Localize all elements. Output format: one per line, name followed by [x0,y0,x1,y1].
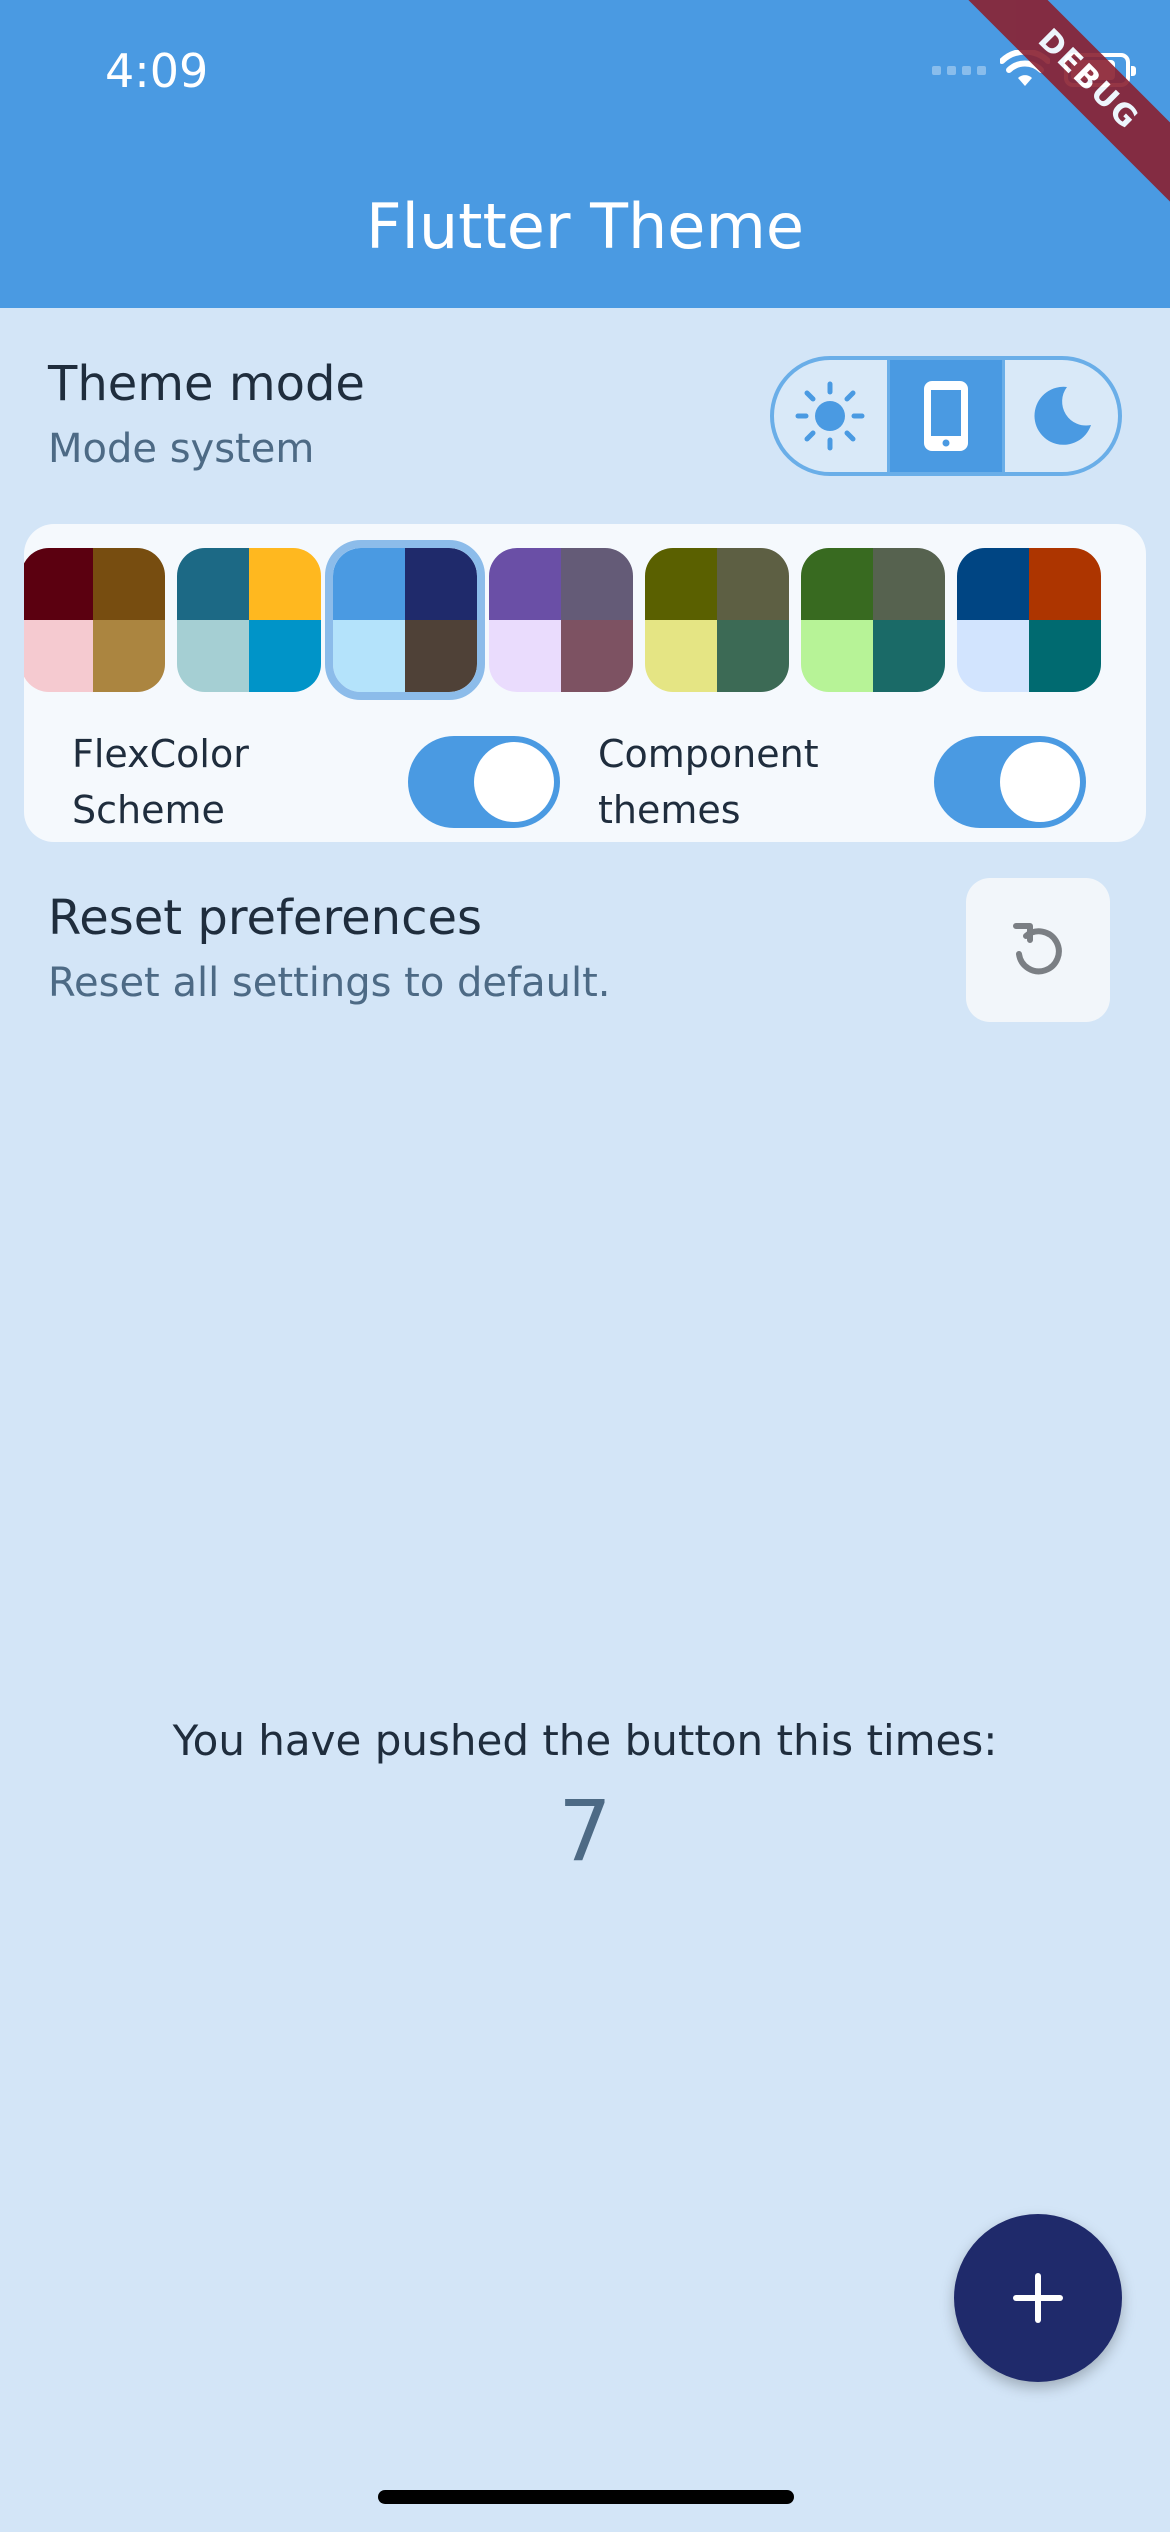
swatch-color [177,620,249,692]
swatch-color [561,620,633,692]
flexcolor-scheme-switch[interactable] [408,736,560,828]
signal-icon [932,65,986,75]
switch-knob [1000,742,1080,822]
reset-icon [1013,923,1062,975]
light-mode-button[interactable] [774,360,890,472]
swatch-color [873,620,945,692]
swatch-color [1029,620,1101,692]
component-label-line2: themes [598,788,741,832]
reset-preferences-row: Reset preferences Reset all settings to … [48,890,610,1006]
scheme-swatch-6[interactable] [801,548,945,692]
swatch-color [489,620,561,692]
reset-button[interactable] [966,878,1110,1022]
scheme-swatch-4[interactable] [489,548,633,692]
scheme-swatch-1[interactable] [24,548,165,692]
scheme-swatch-7[interactable] [957,548,1101,692]
swatch-color [957,620,1029,692]
counter-label: You have pushed the button this times: [172,1716,998,1765]
dark-mode-button[interactable] [1005,360,1118,472]
component-themes-label: Component themes [598,726,819,838]
component-label-line1: Component [598,732,819,776]
swatch-color [717,620,789,692]
page-title: Flutter Theme [366,190,804,263]
color-scheme-card: FlexColor Scheme Component themes [24,524,1146,842]
system-mode-button[interactable] [889,360,1006,472]
scheme-swatch-2[interactable] [177,548,321,692]
theme-mode-title: Theme mode [48,356,365,412]
swatch-color [873,548,945,620]
swatch-color [93,548,165,620]
reset-subtitle: Reset all settings to default. [48,960,611,1006]
scheme-swatch-3[interactable] [325,540,485,700]
switch-knob [474,742,554,822]
increment-fab[interactable] [954,2214,1122,2382]
swatch-color [249,620,321,692]
debug-banner: DEBUG [947,0,1170,221]
swatch-color [645,548,717,620]
reset-title: Reset preferences [48,890,483,946]
phone-icon [924,381,968,451]
flexcolor-label-line2: Scheme [72,788,225,832]
flexcolor-scheme-label: FlexColor Scheme [72,726,249,838]
app-bar: 4:09 DEBUG Flutter Theme [0,0,1170,308]
swatch-color [333,548,405,620]
swatch-color [957,548,1029,620]
swatch-color [405,548,477,620]
sun-icon [795,381,865,451]
swatch-color [24,548,93,620]
theme-mode-subtitle: Mode system [48,426,315,472]
plus-icon [1013,2273,1063,2323]
flexcolor-label-line1: FlexColor [72,732,249,776]
swatch-color [177,548,249,620]
home-indicator [378,2490,794,2504]
swatch-color [801,620,873,692]
swatch-color [333,620,405,692]
swatch-color [1029,548,1101,620]
swatch-color [717,548,789,620]
theme-mode-row: Theme mode Mode system [48,356,365,472]
swatch-color [645,620,717,692]
swatch-color [561,548,633,620]
component-themes-switch[interactable] [934,736,1086,828]
theme-mode-toggle [770,356,1122,476]
scheme-swatch-5[interactable] [645,548,789,692]
swatch-color [801,548,873,620]
swatch-color [249,548,321,620]
swatch-color [24,620,93,692]
counter-value: 7 [558,1782,612,1880]
status-time: 4:09 [105,44,209,98]
swatch-color [93,620,165,692]
moon-icon [1034,386,1091,445]
swatch-color [489,548,561,620]
swatch-color [405,620,477,692]
